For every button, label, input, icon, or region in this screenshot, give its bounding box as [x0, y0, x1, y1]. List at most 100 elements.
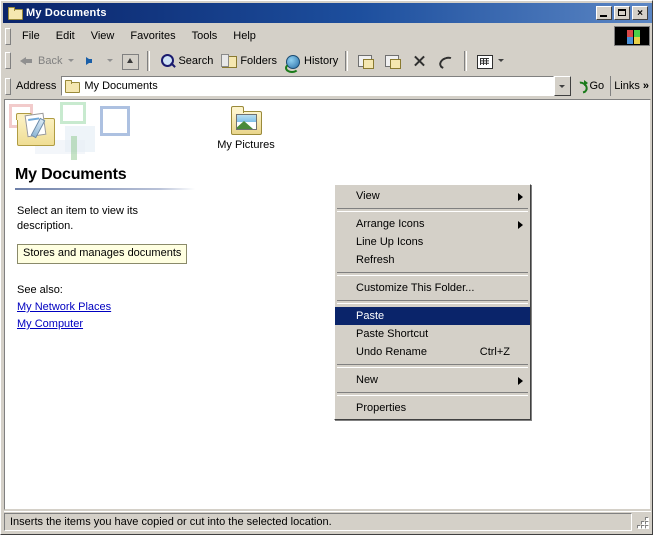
context-menu[interactable]: View Arrange Icons Line Up Icons Refresh…: [334, 184, 531, 420]
minimize-button[interactable]: [596, 6, 612, 20]
menu-favorites[interactable]: Favorites: [122, 27, 183, 45]
my-documents-icon: [13, 112, 57, 150]
menu-separator: [337, 364, 528, 368]
ctx-properties[interactable]: Properties: [335, 399, 530, 417]
folders-button[interactable]: Folders: [216, 50, 280, 72]
pictures-folder-icon: [230, 106, 262, 136]
status-text: Inserts the items you have copied or cut…: [4, 512, 632, 531]
link-my-computer[interactable]: My Computer: [17, 316, 205, 333]
go-button[interactable]: Go: [571, 79, 611, 93]
ctx-paste[interactable]: Paste: [335, 307, 530, 325]
address-label: Address: [16, 80, 57, 92]
folder-icon-small: [64, 78, 81, 94]
ctx-item-accelerator: Ctrl+Z: [479, 346, 510, 358]
undo-button[interactable]: [433, 50, 460, 72]
forward-button[interactable]: [77, 50, 104, 72]
panel-description: Select an item to view its description.: [17, 205, 139, 232]
folder-icon: [7, 5, 23, 21]
delete-button[interactable]: [406, 50, 433, 72]
menu-separator: [337, 392, 528, 396]
windows-flag-logo: [614, 26, 650, 46]
toolbar-gripper[interactable]: [5, 52, 11, 69]
views-icon: [474, 51, 494, 71]
menu-bar: File Edit View Favorites Tools Help: [3, 25, 652, 47]
address-bar: Address My Documents Go Links »: [3, 74, 652, 98]
copy-to-button[interactable]: [379, 50, 406, 72]
file-item-my-pictures[interactable]: My Pictures: [209, 106, 283, 152]
move-to-button[interactable]: [352, 50, 379, 72]
submenu-arrow-icon: [518, 221, 523, 229]
history-icon: [283, 51, 303, 73]
ctx-item-label: Customize This Folder...: [356, 282, 475, 294]
go-button-label: Go: [589, 80, 605, 92]
menu-file[interactable]: File: [14, 27, 48, 45]
address-dropdown-button[interactable]: [553, 76, 571, 96]
ctx-item-label: New: [356, 374, 379, 386]
menu-separator: [337, 208, 528, 212]
menu-help[interactable]: Help: [225, 27, 264, 45]
submenu-arrow-icon: [518, 377, 523, 385]
file-item-label: My Pictures: [217, 139, 275, 151]
folders-icon: [219, 51, 239, 71]
history-button[interactable]: History: [280, 50, 341, 73]
forward-dropdown-icon[interactable]: [107, 59, 114, 62]
ctx-item-label: View: [356, 190, 380, 202]
toolbar: Back Search Folders History: [3, 47, 652, 74]
ctx-refresh[interactable]: Refresh: [335, 251, 530, 269]
ctx-view[interactable]: View: [335, 187, 530, 205]
ctx-item-label: Paste: [356, 310, 385, 322]
ctx-new[interactable]: New: [335, 371, 530, 389]
ctx-item-label: Refresh: [356, 254, 395, 266]
info-panel: My Documents Select an item to view its …: [5, 100, 205, 509]
address-value: My Documents: [84, 80, 158, 92]
ctx-arrange-icons[interactable]: Arrange Icons: [335, 215, 530, 233]
back-dropdown-icon[interactable]: [68, 59, 75, 62]
forward-arrow-icon: [80, 51, 100, 71]
menu-separator: [337, 300, 528, 304]
resize-grip[interactable]: [634, 514, 650, 530]
move-to-icon: [355, 51, 375, 71]
address-input[interactable]: My Documents: [61, 76, 554, 96]
addressbar-gripper[interactable]: [5, 77, 11, 95]
links-button[interactable]: Links »: [610, 76, 652, 96]
see-also-label: See also:: [17, 284, 63, 296]
ctx-paste-shortcut[interactable]: Paste Shortcut: [335, 325, 530, 343]
close-icon: ×: [637, 8, 643, 19]
explorer-window: My Documents × File Edit View Favorites …: [0, 0, 653, 535]
toolbar-separator: [147, 50, 151, 71]
menu-tools[interactable]: Tools: [184, 27, 226, 45]
search-button-label: Search: [178, 54, 214, 67]
search-button[interactable]: Search: [154, 50, 216, 72]
ctx-item-label: Arrange Icons: [356, 218, 425, 230]
menu-edit[interactable]: Edit: [48, 27, 83, 45]
close-button[interactable]: ×: [632, 6, 648, 20]
maximize-button[interactable]: [614, 6, 630, 20]
ctx-undo-rename[interactable]: Undo Rename Ctrl+Z: [335, 343, 530, 361]
status-bar: Inserts the items you have copied or cut…: [4, 511, 651, 531]
views-button[interactable]: [471, 50, 510, 72]
ctx-customize-this-folder[interactable]: Customize This Folder...: [335, 279, 530, 297]
client-area: My Documents Select an item to view its …: [4, 99, 651, 510]
go-arrow-icon: [574, 79, 588, 93]
history-button-label: History: [304, 54, 339, 67]
search-icon: [157, 51, 177, 71]
ctx-item-label: Properties: [356, 402, 407, 414]
menubar-gripper[interactable]: [5, 27, 11, 45]
chevron-double-right-icon: »: [642, 80, 649, 92]
ctx-line-up-icons[interactable]: Line Up Icons: [335, 233, 530, 251]
submenu-arrow-icon: [518, 193, 523, 201]
delete-x-icon: [409, 51, 429, 71]
tooltip-content: Stores and manages documents: [17, 244, 188, 264]
back-button-label: Back: [38, 54, 63, 67]
views-dropdown-icon[interactable]: [498, 59, 505, 62]
up-button[interactable]: [116, 50, 143, 72]
back-button[interactable]: Back: [14, 50, 65, 72]
page-title: My Documents: [15, 166, 127, 183]
folders-button-label: Folders: [240, 54, 278, 67]
panel-banner: [5, 100, 205, 166]
window-controls: ×: [596, 6, 650, 20]
link-my-network-places[interactable]: My Network Places: [17, 299, 205, 316]
title-bar[interactable]: My Documents ×: [3, 3, 652, 23]
menu-view[interactable]: View: [83, 27, 123, 45]
menu-separator: [337, 272, 528, 276]
